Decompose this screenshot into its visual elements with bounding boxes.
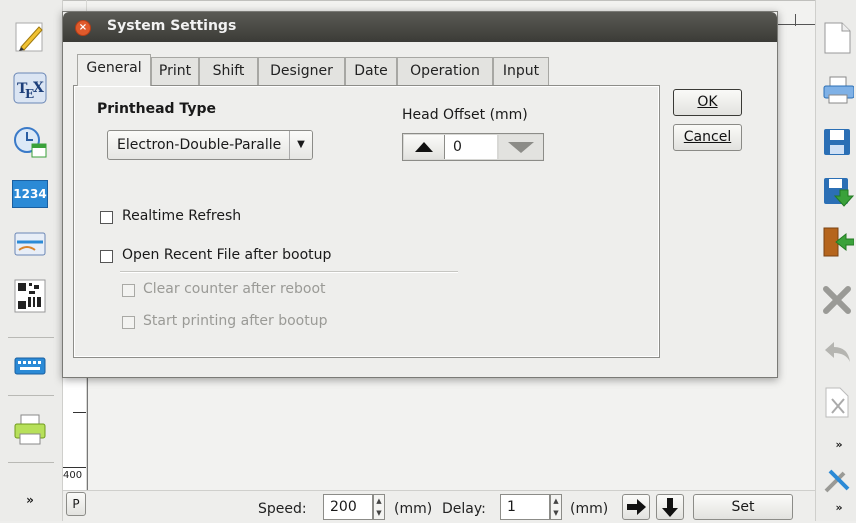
barcode-tool-button[interactable] <box>10 278 50 318</box>
pencil-icon <box>13 19 47 57</box>
left-toolbar: TEX 1234 » <box>0 0 63 521</box>
realtime-refresh-label[interactable]: Realtime Refresh <box>122 208 241 224</box>
move-right-button[interactable] <box>622 494 650 520</box>
speed-unit: (mm) <box>394 501 433 517</box>
chevron-down-icon: » <box>835 437 843 451</box>
cancel-label: Cancel <box>683 129 732 145</box>
toolbar-separator <box>8 337 54 338</box>
tab-shift[interactable]: Shift <box>199 57 258 85</box>
canvas-guide-tick <box>795 14 796 26</box>
set-button[interactable]: Set <box>693 494 793 520</box>
open-recent-file-checkbox[interactable] <box>100 250 113 263</box>
barcode-icon <box>14 279 46 317</box>
tab-date[interactable]: Date <box>345 57 397 85</box>
triangle-down-icon <box>499 142 543 163</box>
realtime-refresh-checkbox[interactable] <box>100 211 113 224</box>
counter-1234-icon: 1234 <box>12 180 48 208</box>
tab-operation[interactable]: Operation <box>397 57 493 85</box>
keyboard-tool-button[interactable] <box>10 348 50 388</box>
vertical-ruler: 400 <box>63 374 88 490</box>
counter-tool-button[interactable]: 1234 <box>10 174 50 214</box>
left-toolbar-more-button[interactable]: » <box>10 485 50 515</box>
new-file-icon <box>822 21 852 59</box>
ok-label: OK <box>697 94 718 110</box>
options-divider <box>120 271 458 273</box>
head-offset-label: Head Offset (mm) <box>402 107 528 123</box>
printhead-type-select[interactable]: Electron-Double-Paralle ▼ <box>107 130 313 160</box>
clock-calendar-icon <box>12 124 48 164</box>
undo-icon <box>822 338 852 370</box>
delay-label: Delay: <box>442 501 486 517</box>
speed-input[interactable]: 200 <box>323 494 373 520</box>
ok-button[interactable]: OK <box>673 89 742 116</box>
save-as-icon <box>822 176 855 212</box>
new-file-button[interactable] <box>822 20 856 60</box>
clear-counter-checkbox[interactable] <box>122 284 135 297</box>
print-button[interactable] <box>822 72 856 112</box>
tex-icon: TEX <box>12 71 48 109</box>
save-icon <box>822 127 852 161</box>
close-icon: × <box>78 22 88 33</box>
tab-input[interactable]: Input <box>493 57 549 85</box>
cut-button[interactable] <box>822 384 856 424</box>
pencil-tool-button[interactable] <box>10 18 50 58</box>
clock-tool-button[interactable] <box>10 124 50 164</box>
exit-icon <box>822 226 855 262</box>
move-down-button[interactable] <box>656 494 684 520</box>
undo-button[interactable] <box>822 334 856 374</box>
close-button[interactable]: × <box>75 20 91 36</box>
tex-tool-button[interactable]: TEX <box>10 70 50 110</box>
exit-button[interactable] <box>822 224 856 264</box>
head-offset-increase-button[interactable] <box>404 135 445 159</box>
speed-label: Speed: <box>258 501 307 517</box>
ruler-tick <box>73 412 87 413</box>
ruler-label: 400 <box>63 470 83 481</box>
canvas-top-border <box>63 0 815 1</box>
print-icon <box>822 74 855 110</box>
right-toolbar-more-button-2[interactable]: » <box>822 494 856 520</box>
tab-general[interactable]: General <box>77 54 151 86</box>
toolbar-separator <box>8 395 54 396</box>
delay-stepper[interactable]: ▲ ▼ <box>550 494 562 520</box>
head-offset-decrease-button[interactable] <box>499 135 543 159</box>
dialog-titlebar[interactable]: × System Settings <box>63 12 777 42</box>
keyboard-icon <box>14 355 46 381</box>
right-toolbar: » » <box>815 0 856 521</box>
open-recent-file-label[interactable]: Open Recent File after bootup <box>122 247 331 263</box>
start-printing-checkbox[interactable] <box>122 316 135 329</box>
save-as-button[interactable] <box>822 174 856 214</box>
cut-icon <box>822 385 852 423</box>
start-printing-label: Start printing after bootup <box>143 313 328 329</box>
right-toolbar-more-button[interactable]: » <box>822 432 856 456</box>
printhead-type-label: Printhead Type <box>97 101 216 117</box>
save-button[interactable] <box>822 124 856 164</box>
delete-icon <box>822 285 852 319</box>
toolbar-separator <box>8 462 54 463</box>
printer-tool-button[interactable] <box>10 412 50 452</box>
p-button[interactable]: P <box>66 492 86 516</box>
triangle-up-icon <box>404 142 444 163</box>
chevron-down-icon: » <box>26 493 34 507</box>
tab-designer[interactable]: Designer <box>258 57 345 85</box>
chevron-down-icon: » <box>835 500 843 514</box>
chevron-down-icon: ▼ <box>289 131 312 159</box>
printer-icon <box>12 412 48 452</box>
printhead-type-value: Electron-Double-Paralle <box>117 137 282 153</box>
tab-print[interactable]: Print <box>151 57 199 85</box>
delay-input[interactable]: 1 <box>500 494 550 520</box>
image-tool-button[interactable] <box>10 226 50 266</box>
delete-button[interactable] <box>822 282 856 322</box>
ruler-tick <box>63 467 87 468</box>
cancel-button[interactable]: Cancel <box>673 124 742 151</box>
dialog-title: System Settings <box>107 18 237 34</box>
head-offset-stepper: 0 <box>402 133 544 161</box>
clear-counter-label: Clear counter after reboot <box>143 281 326 297</box>
delay-unit: (mm) <box>570 501 609 517</box>
head-offset-input[interactable]: 0 <box>445 135 497 159</box>
svg-text:X: X <box>33 80 44 96</box>
image-card-icon <box>13 230 47 262</box>
speed-stepper[interactable]: ▲ ▼ <box>373 494 385 520</box>
